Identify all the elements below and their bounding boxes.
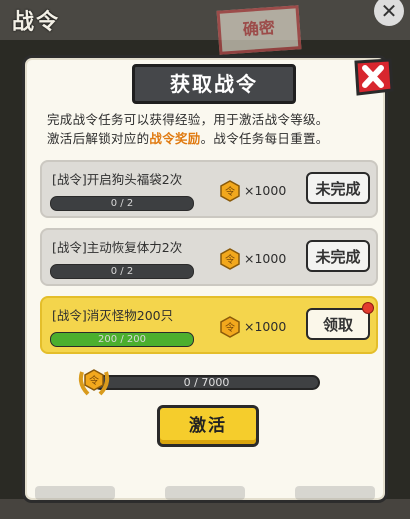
task-row: [战令]开启狗头福袋2次 0 / 2 令 ×1000 未完成	[40, 160, 378, 218]
battle-pass-reward-highlight: 战令奖励	[149, 131, 201, 146]
task-progress-text: 0 / 2	[110, 198, 134, 209]
svg-text:令: 令	[225, 185, 235, 198]
svg-text:令: 令	[89, 374, 99, 387]
activate-button[interactable]: 激活	[157, 405, 259, 447]
token-coin-icon: 令	[220, 316, 240, 338]
background-header	[0, 0, 410, 40]
dialog-title: 获取战令	[132, 64, 296, 104]
task-progress-bar: 0 / 2	[50, 196, 194, 211]
description-line-2: 激活后解锁对应的战令奖励。战令任务每日重置。	[47, 129, 377, 148]
task-incomplete-button[interactable]: 未完成	[306, 172, 370, 204]
experience-progress-text: 0 / 7000	[183, 376, 230, 389]
background-stamp: 确密	[216, 5, 302, 55]
dialog-description: 完成战令任务可以获得经验，用于激活战令等级。 激活后解锁对应的战令奖励。战令任务…	[47, 110, 377, 148]
task-progress-text: 200 / 200	[98, 334, 146, 345]
laurel-badge-icon: 令	[78, 369, 110, 396]
close-button[interactable]	[352, 58, 394, 96]
task-name: [战令]开启狗头福袋2次	[52, 172, 183, 187]
task-incomplete-button[interactable]: 未完成	[306, 240, 370, 272]
svg-text:令: 令	[225, 321, 235, 334]
task-progress-bar: 0 / 2	[50, 264, 194, 279]
task-reward-amount: ×1000	[244, 319, 287, 334]
task-reward-amount: ×1000	[244, 183, 287, 198]
task-row: [战令]主动恢复体力2次 0 / 2 令 ×1000 未完成	[40, 228, 378, 286]
experience-progress-bar: 0 / 7000	[93, 375, 320, 390]
background-title: 战令	[12, 10, 61, 35]
notification-dot	[362, 302, 374, 314]
task-row: [战令]消灭怪物200只 200 / 200 令 ×1000 领取	[40, 296, 378, 354]
token-coin-icon: 令	[220, 248, 240, 270]
svg-text:令: 令	[225, 253, 235, 266]
description-text-b: 。战令任务每日重置。	[200, 131, 329, 146]
task-progress-text: 0 / 2	[110, 266, 134, 277]
token-coin-icon: 令	[220, 180, 240, 202]
claim-reward-button[interactable]: 领取	[306, 308, 370, 340]
task-name: [战令]消灭怪物200只	[52, 308, 174, 323]
task-reward-amount: ×1000	[244, 251, 287, 266]
task-progress-bar: 200 / 200	[50, 332, 194, 347]
description-line-1: 完成战令任务可以获得经验，用于激活战令等级。	[47, 112, 329, 127]
background-footer-decoration	[35, 486, 375, 500]
close-x-icon	[354, 58, 394, 96]
description-text-a: 激活后解锁对应的	[47, 131, 150, 146]
task-name: [战令]主动恢复体力2次	[52, 240, 183, 255]
